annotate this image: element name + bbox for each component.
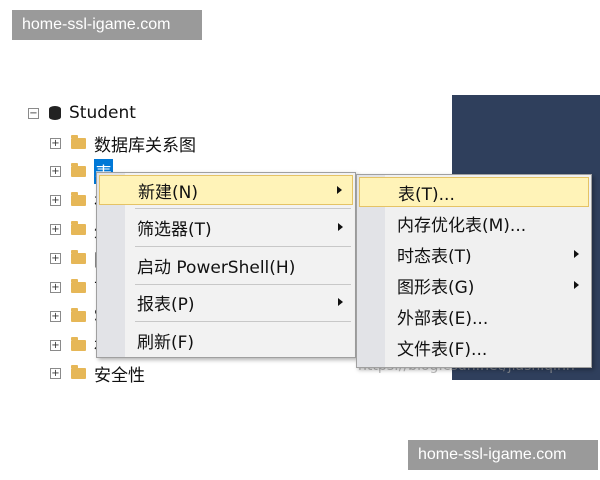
submenu-item-graph-table[interactable]: 图形表(G)	[359, 270, 589, 300]
tree-item-security[interactable]: + 安全性	[50, 360, 145, 386]
new-submenu: 表(T)... 内存优化表(M)... 时态表(T) 图形表(G) 外部表(E)…	[356, 174, 592, 368]
submenu-arrow-icon	[338, 298, 343, 306]
submenu-arrow-icon	[338, 223, 343, 231]
menu-item-powershell[interactable]: 启动 PowerShell(H)	[99, 250, 353, 280]
menu-item-label: 文件表(F)...	[397, 339, 488, 360]
folder-icon	[71, 307, 86, 322]
submenu-arrow-icon	[337, 186, 342, 194]
tree-item-label: 数据库关系图	[94, 135, 196, 156]
context-menu: 新建(N) 筛选器(T) 启动 PowerShell(H) 报表(P) 刷新(F…	[96, 172, 356, 358]
menu-item-label: 表(T)...	[398, 184, 455, 205]
expand-icon[interactable]: +	[50, 339, 61, 351]
watermark-bottom: home-ssl-igame.com	[408, 440, 598, 470]
folder-icon	[71, 336, 86, 351]
folder-icon	[71, 162, 86, 177]
database-icon	[49, 106, 61, 120]
expand-icon[interactable]: +	[50, 310, 61, 322]
submenu-arrow-icon	[574, 281, 579, 289]
submenu-item-table[interactable]: 表(T)...	[359, 177, 589, 207]
menu-item-label: 外部表(E)...	[397, 308, 489, 329]
expand-icon[interactable]: +	[50, 165, 61, 177]
menu-item-label: 刷新(F)	[137, 332, 195, 353]
menu-item-label: 启动 PowerShell(H)	[137, 257, 296, 278]
collapse-icon[interactable]: −	[28, 107, 39, 119]
expand-icon[interactable]: +	[50, 367, 61, 379]
menu-item-label: 图形表(G)	[397, 277, 475, 298]
folder-icon	[71, 278, 86, 293]
expand-icon[interactable]: +	[50, 137, 61, 149]
menu-item-filter[interactable]: 筛选器(T)	[99, 212, 353, 242]
expand-icon[interactable]: +	[50, 281, 61, 293]
menu-item-label: 时态表(T)	[397, 246, 472, 267]
submenu-item-file-table[interactable]: 文件表(F)...	[359, 332, 589, 362]
expand-icon[interactable]: +	[50, 252, 61, 264]
menu-item-new[interactable]: 新建(N)	[99, 175, 353, 205]
menu-item-label: 内存优化表(M)...	[397, 215, 527, 236]
tree-root-label: Student	[69, 103, 136, 123]
watermark-top: home-ssl-igame.com	[12, 10, 202, 40]
menu-separator	[135, 284, 351, 285]
folder-icon	[71, 364, 86, 379]
submenu-arrow-icon	[574, 250, 579, 258]
folder-icon	[71, 191, 86, 206]
menu-item-reports[interactable]: 报表(P)	[99, 287, 353, 317]
folder-icon	[71, 249, 86, 264]
menu-separator	[135, 321, 351, 322]
menu-item-label: 筛选器(T)	[137, 219, 212, 240]
submenu-item-temporal-table[interactable]: 时态表(T)	[359, 239, 589, 269]
folder-icon	[71, 134, 86, 149]
folder-icon	[71, 220, 86, 235]
submenu-item-memory-optimized-table[interactable]: 内存优化表(M)...	[359, 208, 589, 238]
tree-root-student[interactable]: − Student	[28, 100, 136, 126]
menu-item-label: 新建(N)	[138, 182, 198, 203]
tree-item-diagrams[interactable]: + 数据库关系图	[50, 130, 196, 156]
menu-item-refresh[interactable]: 刷新(F)	[99, 325, 353, 355]
tree-item-label: 安全性	[94, 365, 145, 386]
expand-icon[interactable]: +	[50, 223, 61, 235]
expand-icon[interactable]: +	[50, 194, 61, 206]
menu-separator	[135, 208, 351, 209]
menu-separator	[135, 246, 351, 247]
submenu-item-external-table[interactable]: 外部表(E)...	[359, 301, 589, 331]
menu-item-label: 报表(P)	[137, 294, 195, 315]
